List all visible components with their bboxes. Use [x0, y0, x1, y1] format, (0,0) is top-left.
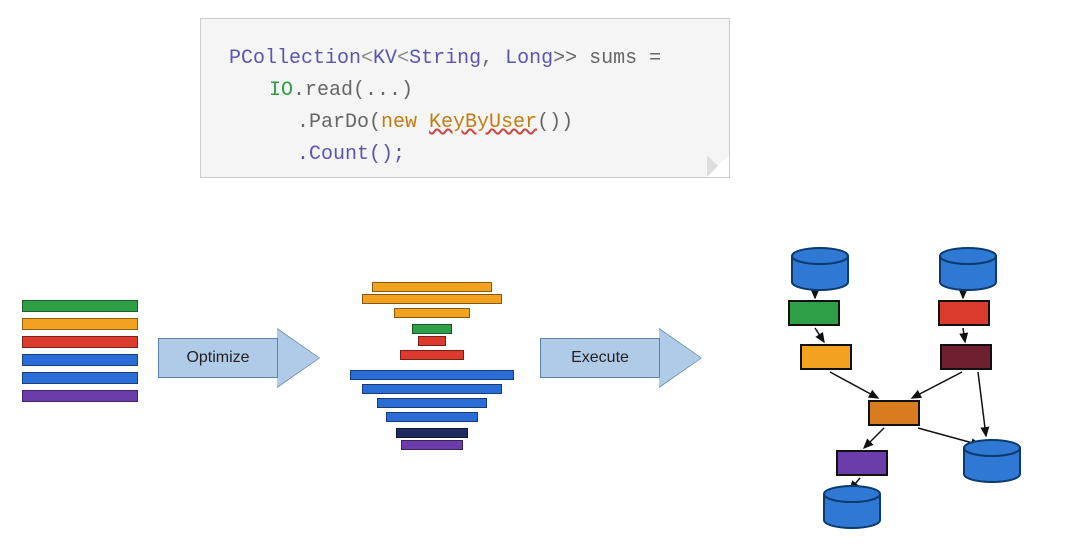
tok: .ParDo(: [297, 111, 381, 134]
tok: ()): [537, 111, 573, 134]
optimized-bar: [372, 282, 492, 292]
tok-keybyuser: KeyByUser: [429, 111, 537, 134]
dag-node: [938, 300, 990, 326]
stage-optimized-bars: [347, 280, 517, 480]
tok: <: [361, 47, 373, 70]
dag-edge: [815, 328, 824, 342]
tok: Long: [505, 47, 553, 70]
code-line-4: .Count();: [229, 139, 701, 171]
input-bar: [22, 300, 138, 312]
optimized-bar: [362, 384, 502, 394]
input-bar: [22, 318, 138, 330]
optimized-bar: [412, 324, 452, 334]
optimized-bar: [400, 350, 464, 360]
tok: ,: [481, 47, 505, 70]
arrow-label: Execute: [540, 338, 660, 378]
dag-node: [800, 344, 852, 370]
input-bar: [22, 336, 138, 348]
arrow-execute: Execute: [540, 330, 710, 386]
code-line-2: IO.read(...): [229, 75, 701, 107]
input-bar: [22, 354, 138, 366]
optimized-bar: [377, 398, 487, 408]
dag-node: [868, 400, 920, 426]
code-snippet: PCollection<KV<String, Long>> sums = IO.…: [200, 18, 730, 178]
arrow-label: Optimize: [158, 338, 278, 378]
code-line-3: .ParDo(new KeyByUser()): [229, 107, 701, 139]
input-bar: [22, 372, 138, 384]
execution-dag: [740, 250, 1070, 540]
optimized-bar: [362, 294, 502, 304]
stage-input-bars: [22, 300, 138, 408]
dag-edge: [963, 328, 965, 342]
tok: KV: [373, 47, 397, 70]
dag-edge: [978, 372, 986, 436]
cylinder-icon: [790, 246, 850, 300]
dogear: [707, 155, 729, 177]
cylinder-icon: [962, 438, 1022, 492]
dag-node: [836, 450, 888, 476]
pipeline-row: Optimize Execute: [0, 280, 1080, 540]
optimized-bar: [386, 412, 478, 422]
dag-edge: [830, 372, 878, 398]
cylinder-icon: [938, 246, 998, 300]
input-bar: [22, 390, 138, 402]
tok: .Count();: [297, 143, 405, 166]
code-line-1: PCollection<KV<String, Long>> sums =: [229, 43, 701, 75]
dag-node: [940, 344, 992, 370]
arrow-head: [277, 329, 319, 387]
tok: .read(...): [293, 79, 413, 102]
arrow-head: [659, 329, 701, 387]
dag-edge: [912, 372, 962, 398]
arrow-optimize: Optimize: [158, 330, 328, 386]
dag-edge: [864, 428, 884, 448]
optimized-bar: [401, 440, 463, 450]
tok: >> sums =: [553, 47, 661, 70]
tok: [417, 111, 429, 134]
optimized-bar: [418, 336, 446, 346]
optimized-bar: [396, 428, 468, 438]
tok: new: [381, 111, 417, 134]
cylinder-icon: [822, 484, 882, 538]
tok: PCollection: [229, 47, 361, 70]
optimized-bar: [394, 308, 470, 318]
tok: IO: [269, 79, 293, 102]
tok: String: [409, 47, 481, 70]
optimized-bar: [350, 370, 514, 380]
tok: <: [397, 47, 409, 70]
dag-node: [788, 300, 840, 326]
